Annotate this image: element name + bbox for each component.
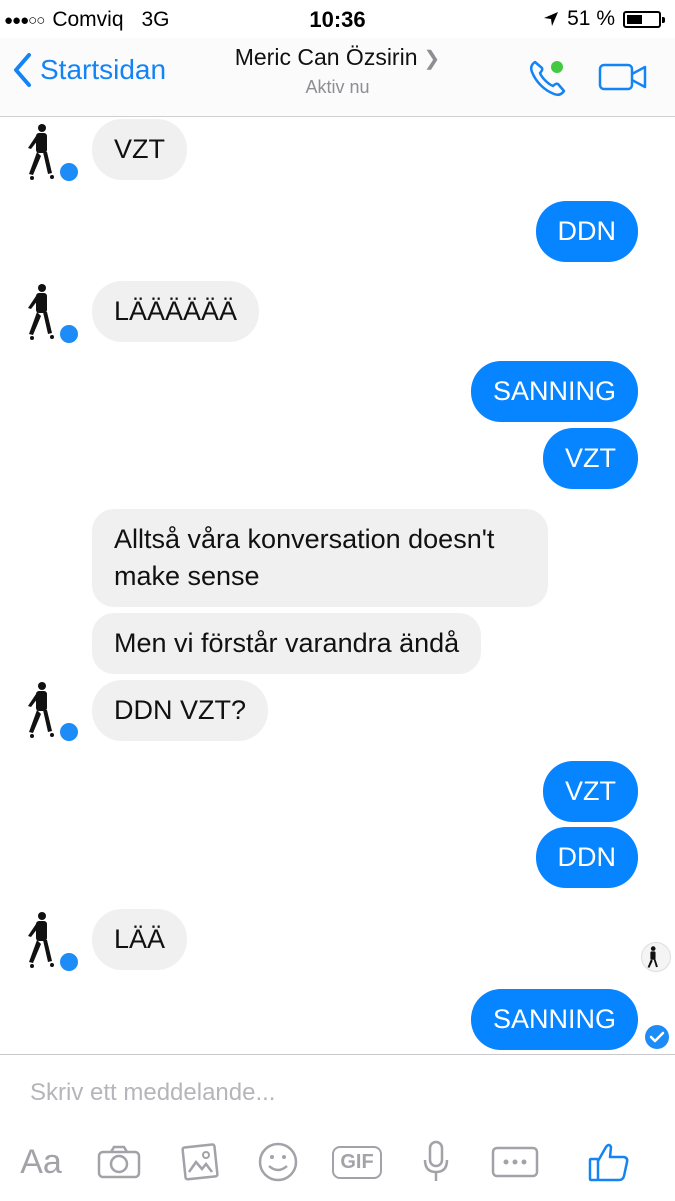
contact-header[interactable]: Meric Can Özsirin ❯ Aktiv nu bbox=[0, 44, 675, 98]
text-format-button[interactable]: Aa bbox=[16, 1137, 66, 1187]
camera-button[interactable] bbox=[96, 1137, 142, 1187]
message-text: SANNING bbox=[492, 1004, 616, 1034]
conversation-header: Startsidan Meric Can Özsirin ❯ Aktiv nu bbox=[0, 38, 675, 117]
message-text: DDN bbox=[557, 842, 617, 872]
messenger-badge-icon bbox=[58, 323, 80, 345]
video-camera-icon bbox=[598, 63, 647, 91]
like-button[interactable] bbox=[586, 1137, 632, 1187]
message-text: DDN VZT? bbox=[114, 695, 247, 725]
message-bubble-outgoing[interactable]: SANNING bbox=[470, 989, 638, 1050]
message-text: SANNING bbox=[492, 376, 616, 406]
messenger-badge-icon bbox=[58, 951, 80, 973]
message-text: make sense bbox=[114, 561, 260, 591]
message-text: VZT bbox=[565, 776, 616, 806]
message-input[interactable]: Skriv ett meddelande... bbox=[30, 1079, 275, 1107]
message-text: DDN bbox=[557, 216, 617, 246]
thumbs-up-icon bbox=[588, 1143, 629, 1182]
contact-name: Meric Can Özsirin bbox=[234, 44, 418, 70]
messenger-badge-icon bbox=[58, 161, 80, 183]
composer-toolbar: Aa GIF bbox=[0, 1137, 675, 1197]
camera-icon bbox=[97, 1145, 141, 1179]
message-bubble-outgoing[interactable]: VZT bbox=[543, 761, 638, 822]
smiley-icon bbox=[258, 1142, 298, 1182]
photos-icon bbox=[181, 1143, 219, 1181]
text-format-label: Aa bbox=[20, 1142, 62, 1181]
message-bubble-incoming[interactable]: Alltså våra konversation doesn't make se… bbox=[92, 509, 548, 607]
chevron-right-icon: ❯ bbox=[423, 48, 441, 70]
message-bubble-outgoing[interactable]: DDN bbox=[535, 827, 638, 888]
online-dot bbox=[551, 61, 563, 73]
message-text: Alltså våra konversation doesn't bbox=[114, 524, 495, 554]
message-bubble-incoming[interactable]: DDN VZT? bbox=[92, 680, 269, 741]
message-bubble-incoming[interactable]: VZT bbox=[92, 119, 187, 180]
message-list[interactable]: VZT DDN LÄÄÄÄÄÄ SANNING VZT Alltså våra … bbox=[0, 117, 675, 1054]
emoji-button[interactable] bbox=[255, 1137, 301, 1187]
message-text: Men vi förstår varandra ändå bbox=[114, 628, 460, 658]
message-bubble-incoming[interactable]: LÄÄÄÄÄÄ bbox=[92, 281, 260, 342]
voice-call-button[interactable] bbox=[526, 56, 570, 105]
message-text: VZT bbox=[114, 134, 165, 164]
message-bubble-incoming[interactable]: LÄÄ bbox=[92, 909, 188, 970]
photo-gallery-button[interactable] bbox=[176, 1137, 222, 1187]
more-options-button[interactable] bbox=[490, 1137, 540, 1187]
composer: Skriv ett meddelande... Aa GIF bbox=[0, 1054, 675, 1201]
status-right: 51 % bbox=[543, 7, 665, 31]
phone-icon bbox=[529, 60, 566, 97]
location-arrow-icon bbox=[544, 12, 559, 26]
delivered-check-icon bbox=[645, 1025, 669, 1049]
gif-icon: GIF bbox=[332, 1145, 382, 1179]
message-bubble-outgoing[interactable]: DDN bbox=[535, 201, 638, 262]
message-bubble-outgoing[interactable]: VZT bbox=[543, 428, 638, 489]
messenger-badge-icon bbox=[58, 721, 80, 743]
gif-button[interactable]: GIF bbox=[332, 1137, 382, 1187]
more-dots-icon bbox=[491, 1146, 539, 1178]
message-text: LÄÄÄÄÄÄ bbox=[114, 296, 238, 326]
status-bar: ●●●○○ Comviq 3G 10:36 51 % bbox=[0, 0, 675, 38]
battery-icon bbox=[623, 10, 665, 28]
contact-status: Aktiv nu bbox=[305, 77, 370, 97]
microphone-icon bbox=[423, 1140, 449, 1181]
video-call-button[interactable] bbox=[598, 62, 648, 97]
message-text: LÄÄ bbox=[114, 924, 166, 954]
message-text: VZT bbox=[565, 443, 616, 473]
message-bubble-incoming[interactable]: Men vi förstår varandra ändå bbox=[92, 613, 482, 674]
voice-message-button[interactable] bbox=[418, 1137, 454, 1187]
seen-receipt-avatar bbox=[641, 942, 671, 972]
message-bubble-outgoing[interactable]: SANNING bbox=[470, 361, 638, 422]
battery-percent: 51 % bbox=[567, 7, 615, 30]
